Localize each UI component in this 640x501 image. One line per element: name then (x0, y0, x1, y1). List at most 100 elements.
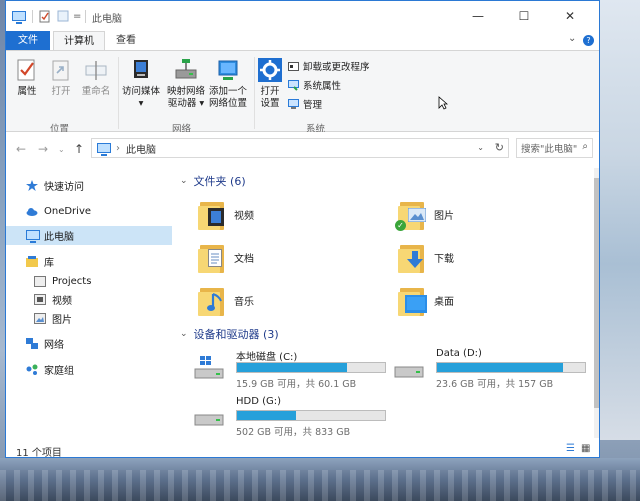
folder-item-videos[interactable]: 视频 (198, 194, 254, 234)
tab-file[interactable]: 文件 (6, 31, 50, 51)
video-folder-icon (198, 198, 228, 230)
search-input[interactable]: 搜索"此电脑" ⌕ (516, 138, 593, 158)
back-button[interactable]: ← (16, 142, 26, 156)
forward-button[interactable]: → (38, 142, 48, 156)
up-button[interactable]: ↑ (74, 142, 84, 156)
refresh-icon[interactable]: ↻ (495, 141, 504, 154)
close-button[interactable]: ✕ (547, 1, 593, 31)
group-separator (254, 57, 255, 129)
open-settings-label-1: 打开 (260, 86, 280, 97)
media-icon (128, 57, 154, 83)
drives-group-header[interactable]: ⌄ 设备和驱动器 (3) (180, 326, 279, 342)
gear-icon (257, 57, 283, 83)
drive-name: Data (D:) (436, 348, 482, 359)
map-network-drive-button[interactable]: 映射网络 驱动器 ▾ (166, 57, 206, 110)
drive-usage-fill (237, 411, 297, 420)
tab-view[interactable]: 查看 (110, 31, 142, 51)
sidebar-item-homegroup[interactable]: 家庭组 (6, 360, 172, 379)
sidebar-item-quick-access[interactable]: 快速访问 (6, 176, 172, 195)
sidebar-label: 视频 (52, 296, 72, 307)
properties-button[interactable]: 属性 (12, 57, 42, 98)
folder-item-pictures[interactable]: ✓ 图片 (395, 194, 454, 234)
vertical-scrollbar[interactable] (594, 168, 599, 438)
add-network-location-button[interactable]: 添加一个 网络位置 (206, 57, 250, 110)
address-bar[interactable]: › 此电脑 ⌄ ↻ (91, 138, 509, 158)
drive-item-g[interactable]: HDD (G:) 502 GB 可用，共 833 GB (194, 396, 394, 438)
sidebar-item-videos[interactable]: 视频 (6, 290, 172, 309)
map-drive-label-2: 驱动器 (167, 98, 197, 109)
sync-check-icon: ✓ (395, 220, 406, 231)
desktop-background (600, 0, 640, 440)
sidebar-item-onedrive[interactable]: OneDrive (6, 202, 172, 221)
drive-item-d[interactable]: Data (D:) 23.6 GB 可用，共 157 GB (394, 348, 594, 390)
title-bar: = 此电脑 — ☐ ✕ (6, 1, 599, 31)
uninstall-program-button[interactable]: 卸载或更改程序 (288, 59, 370, 73)
map-drive-label-1: 映射网络 (166, 86, 205, 97)
manage-button[interactable]: 管理 (288, 97, 322, 111)
search-icon: ⌕ (582, 141, 588, 152)
drive-usage-bar (436, 362, 586, 373)
customize-quick-access-icon[interactable]: = (73, 9, 81, 23)
chevron-down-icon: ⌄ (180, 329, 188, 339)
drive-item-c[interactable]: 本地磁盘 (C:) 15.9 GB 可用，共 60.1 GB (194, 348, 394, 390)
sidebar-label: 此电脑 (44, 232, 74, 243)
properties-quick-icon[interactable] (39, 9, 51, 23)
address-dropdown-chevron-icon[interactable]: ⌄ (477, 143, 484, 152)
folder-item-music[interactable]: 音乐 (198, 280, 254, 320)
open-settings-button[interactable]: 打开 设置 (256, 57, 284, 110)
open-button[interactable]: 打开 (46, 57, 76, 98)
maximize-button[interactable]: ☐ (501, 1, 547, 31)
drives-group-title: 设备和驱动器 (3) (193, 328, 279, 341)
document-folder-icon (198, 241, 228, 273)
breadcrumb-this-pc[interactable]: 此电脑 (126, 141, 156, 156)
folder-label: 文档 (234, 253, 254, 265)
library-folder-icon (34, 276, 46, 287)
help-icon[interactable]: ? (583, 35, 594, 46)
desktop-folder-icon (398, 284, 428, 316)
recent-locations-chevron-icon[interactable]: ⌄ (58, 145, 65, 154)
access-media-button[interactable]: 访问媒体 ▾ (120, 57, 162, 110)
drive-name: HDD (G:) (236, 396, 282, 407)
computer-icon (12, 9, 26, 24)
sidebar-item-projects[interactable]: Projects (6, 272, 172, 291)
status-bar: 11 个项目 ☰ ▦ (6, 440, 599, 457)
sidebar-item-pictures[interactable]: 图片 (6, 309, 172, 328)
picture-library-icon (34, 313, 46, 324)
ribbon-tab-strip: 文件 计算机 查看 ⌄ ? (6, 31, 599, 51)
manage-label: 管理 (303, 100, 323, 111)
window-title: 此电脑 (92, 14, 122, 25)
navigation-bar: ← → ⌄ ↑ › 此电脑 ⌄ ↻ 搜索"此电脑" ⌕ (6, 132, 599, 166)
minimize-button[interactable]: — (455, 1, 501, 31)
sidebar-item-network[interactable]: 网络 (6, 334, 172, 353)
rename-button[interactable]: 重命名 (78, 57, 114, 98)
network-location-icon (215, 57, 241, 83)
folder-item-downloads[interactable]: 下载 (398, 237, 454, 277)
manage-icon (288, 98, 299, 110)
sidebar-label: Projects (52, 276, 92, 287)
open-label: 打开 (51, 86, 71, 97)
homegroup-icon (26, 364, 38, 375)
folder-item-desktop[interactable]: 桌面 (398, 280, 454, 320)
download-folder-icon (398, 241, 428, 273)
picture-folder-icon: ✓ (395, 198, 428, 231)
group-separator (118, 57, 119, 129)
details-view-icon[interactable]: ☰ (566, 443, 575, 454)
folder-label: 视频 (234, 210, 254, 222)
system-properties-button[interactable]: 系统属性 (288, 78, 341, 92)
collapse-ribbon-icon[interactable]: ⌄ (568, 33, 576, 44)
sidebar-item-this-pc[interactable]: 此电脑 (6, 226, 172, 245)
breadcrumb-separator[interactable]: › (116, 143, 120, 154)
folder-item-documents[interactable]: 文档 (198, 237, 254, 277)
folder-label: 桌面 (434, 296, 454, 308)
scrollbar-thumb[interactable] (594, 178, 599, 408)
tab-computer[interactable]: 计算机 (53, 31, 105, 51)
computer-icon (97, 142, 111, 156)
chevron-down-icon: ⌄ (180, 176, 188, 186)
ribbon: 属性 打开 重命名 位置 访问媒体 ▾ 映射网络 驱动器 ▾ 添加一个 网络位置… (6, 50, 599, 135)
large-icons-view-icon[interactable]: ▦ (581, 443, 590, 454)
sidebar-item-libraries[interactable]: 库 (6, 252, 172, 271)
search-placeholder: 搜索"此电脑" (521, 144, 578, 155)
new-folder-quick-icon[interactable] (57, 9, 69, 23)
folder-label: 下载 (434, 253, 454, 265)
folders-group-header[interactable]: ⌄ 文件夹 (6) (180, 173, 246, 189)
